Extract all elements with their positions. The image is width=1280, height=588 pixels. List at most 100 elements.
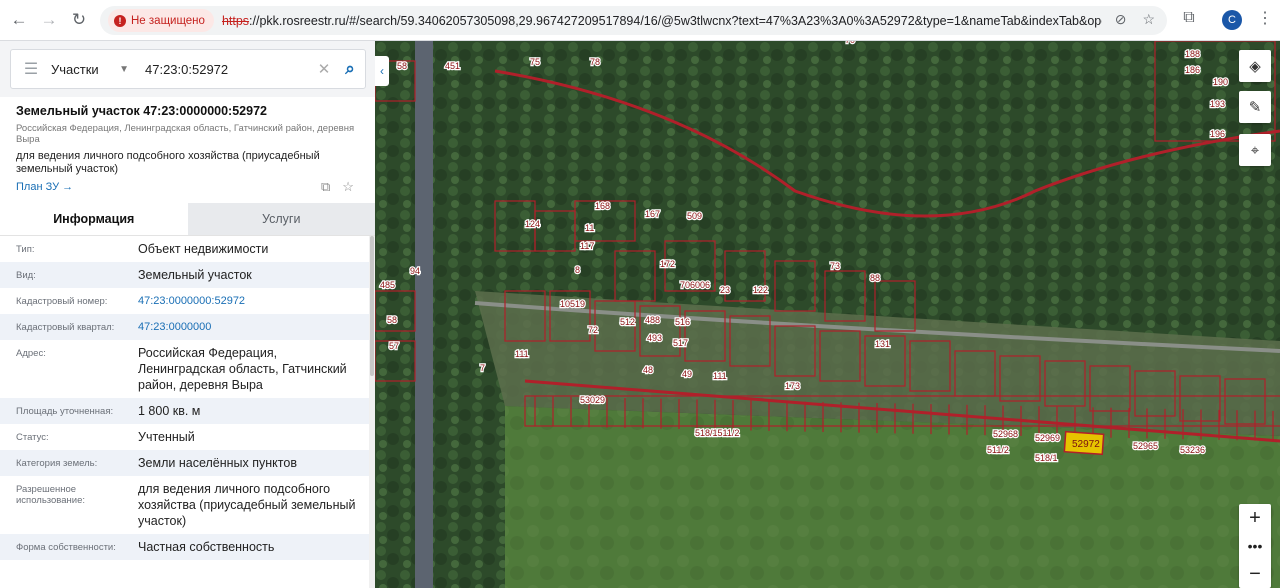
parcel-label: 7	[480, 363, 485, 373]
back-arrow-icon[interactable]: ←	[4, 5, 34, 35]
row-key: Форма собственности:	[16, 542, 116, 553]
object-type-select[interactable]: Участки ▼	[51, 62, 137, 77]
parcel-label: 186	[1185, 65, 1200, 75]
security-label: Не защищено	[131, 14, 205, 27]
zoom-in-button[interactable]: +	[1239, 504, 1271, 532]
parcel-label: 173	[785, 381, 800, 391]
search-icon[interactable]: ⌕	[335, 59, 365, 79]
info-row: Категория земель: Земли населённых пункто…	[0, 450, 370, 476]
chevron-down-icon: ▼	[119, 63, 129, 75]
parcel-label: 23	[720, 285, 730, 295]
panel-scrollbar[interactable]	[369, 236, 375, 588]
parcel-label: 190	[1213, 77, 1228, 87]
parcel-label: 511/2	[987, 445, 1009, 455]
cadastral-number-link[interactable]: 47:23:0000000:52972	[138, 293, 370, 309]
collapse-panel-button[interactable]: ‹	[375, 56, 389, 86]
parcel-label: 488	[645, 315, 660, 325]
more-button[interactable]: •••	[1239, 532, 1271, 560]
parcel-label: 517	[673, 338, 688, 348]
info-row: Вид: Земельный участок	[0, 262, 370, 288]
parcel-label: 493	[647, 333, 662, 343]
parcel-label: 8	[575, 265, 580, 275]
parcel-label: 53029	[580, 395, 605, 405]
parcel-label: 168	[595, 201, 610, 211]
row-value: Российская Федерация, Ленинградская обла…	[138, 346, 347, 392]
parcel-label: 58	[387, 315, 397, 325]
url-scheme: https	[221, 13, 250, 28]
info-row: Кадастровый номер: 47:23:0000000:52972	[0, 288, 370, 314]
parcel-label: 111	[713, 371, 727, 381]
zoom-out-button[interactable]: −	[1239, 560, 1271, 588]
parcel-label: 75	[530, 57, 540, 67]
forward-arrow-icon[interactable]: →	[34, 5, 64, 35]
object-address: Российская Федерация, Ленинградская обла…	[16, 123, 355, 145]
parcel-label: 52965	[1133, 441, 1158, 451]
layers-icon[interactable]: ◈	[1239, 50, 1271, 82]
row-key: Тип:	[16, 244, 35, 255]
row-value: Частная собственность	[138, 540, 275, 554]
object-use: для ведения личного подсобного хозяйства…	[16, 150, 320, 175]
locate-icon[interactable]: ⌖	[1239, 134, 1271, 166]
menu-icon[interactable]: ☰	[11, 59, 51, 79]
security-chip[interactable]: ! Не защищено	[108, 9, 214, 32]
cadastral-quarter-link[interactable]: 47:23:0000000	[138, 319, 370, 335]
info-row: Разрешенное использование: для ведения ли…	[0, 476, 370, 534]
parcel-label: 451	[445, 61, 460, 71]
parcel-label: 70	[845, 41, 855, 45]
url-text[interactable]: https://pkk.rosreestr.ru/#/search/59.340…	[222, 14, 1102, 28]
report-icon[interactable]: ⧉	[321, 179, 330, 195]
plan-link[interactable]: План ЗУ →	[16, 181, 73, 193]
parcel-label: 122	[753, 285, 768, 295]
parcel-label: 52969	[1035, 433, 1060, 443]
row-value: 1 800 кв. м	[138, 404, 201, 418]
search-box: ☰ Участки ▼ 47:23:0:52972 ✕ ⌕	[10, 49, 366, 89]
parcel-label: 117	[580, 241, 594, 251]
parcel-label: 52968	[993, 429, 1018, 439]
search-input[interactable]: 47:23:0:52972	[137, 62, 313, 77]
address-bar[interactable]: ! Не защищено https://pkk.rosreestr.ru/#…	[100, 6, 1167, 35]
parcel-label: 73	[830, 261, 840, 271]
parcel-label: 167	[645, 209, 660, 219]
parcel-label: 10519	[560, 299, 585, 309]
scrollbar-thumb[interactable]	[370, 236, 374, 376]
parcel-label: 53236	[1180, 445, 1205, 455]
info-row: Кадастровый квартал: 47:23:0000000	[0, 314, 370, 340]
row-key: Разрешенное использование:	[16, 484, 86, 506]
ruler-icon[interactable]: ✎	[1239, 91, 1271, 123]
clear-icon[interactable]: ✕	[313, 60, 335, 78]
parcel-label: 193	[1210, 99, 1225, 109]
parcel-label: 188	[1185, 49, 1200, 59]
highlighted-parcel-label: 52972	[1072, 439, 1100, 450]
parcel-label: 58	[397, 61, 407, 71]
cadastral-map[interactable]: 52972 5845175787018818619019319616816750…	[375, 41, 1280, 588]
info-row: Тип: Объект недвижимости	[0, 236, 370, 262]
search-bar: ☰ Участки ▼ 47:23:0:52972 ✕ ⌕	[0, 41, 375, 97]
browser-menu-icon[interactable]: ⋮	[1257, 8, 1273, 28]
parcel-label: 57	[389, 341, 399, 351]
info-row: Площадь уточненная: 1 800 кв. м	[0, 398, 370, 424]
parcel-label: 94	[410, 266, 420, 276]
favorite-star-icon[interactable]: ☆	[342, 179, 354, 195]
row-key: Кадастровый квартал:	[16, 322, 115, 333]
tab-info[interactable]: Информация	[0, 203, 188, 235]
eye-off-icon[interactable]: ⊘	[1115, 11, 1127, 28]
row-key: Статус:	[16, 432, 49, 443]
reload-icon[interactable]: ↻	[64, 5, 94, 35]
parcel-label: 88	[870, 273, 880, 283]
bookmark-star-icon[interactable]: ☆	[1142, 11, 1155, 28]
extensions-icon[interactable]: ⧉	[1178, 9, 1200, 31]
profile-avatar[interactable]: C	[1222, 10, 1242, 30]
row-value: Земли населённых пунктов	[138, 456, 297, 470]
parcel-label: 172	[660, 259, 675, 269]
browser-toolbar: ← → ↻ ! Не защищено https://pkk.rosreest…	[0, 0, 1280, 41]
lower-field	[505, 406, 1280, 588]
parcel-label: 518/1	[1035, 453, 1058, 463]
row-value: Учтенный	[138, 430, 195, 444]
parcel-label: 516	[675, 317, 690, 327]
parcel-label: 512	[620, 317, 635, 327]
object-type-label: Участки	[51, 61, 99, 77]
parcel-label: 196	[1210, 129, 1225, 139]
info-row: Адрес: Российская Федерация, Ленинградска…	[0, 340, 370, 398]
parcel-label: 706006	[680, 280, 710, 290]
tab-services[interactable]: Услуги	[187, 203, 375, 235]
